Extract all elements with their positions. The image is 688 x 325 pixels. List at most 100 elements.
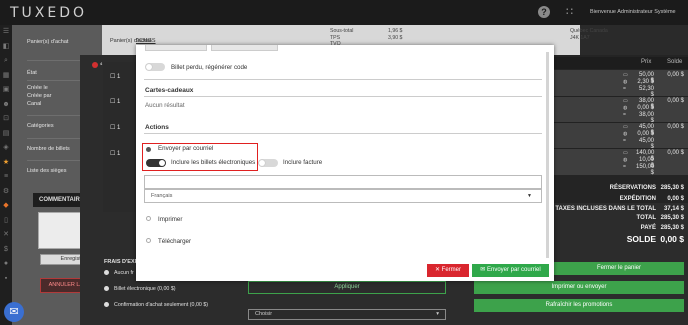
- radio-icon[interactable]: [104, 286, 109, 292]
- line-item[interactable]: ☐ 1: [110, 150, 120, 157]
- refresh-promotions-button[interactable]: Rafraîchir les promotions: [474, 299, 684, 312]
- menu-icon[interactable]: ☰: [0, 25, 12, 40]
- price-fee: 0,00 $: [637, 131, 654, 137]
- fee-icon: ◍: [623, 79, 628, 85]
- list-icon[interactable]: ≡: [0, 170, 12, 185]
- line-item[interactable]: ☐ 1: [110, 98, 120, 105]
- print-radio[interactable]: [146, 216, 151, 221]
- calendar-icon[interactable]: ▦: [0, 69, 12, 84]
- radio-icon[interactable]: [104, 270, 109, 276]
- fee-icon: ◍: [623, 157, 628, 163]
- label-created-by: Créée par: [27, 93, 52, 99]
- shipping-option[interactable]: Billet électronique (0,00 $): [104, 286, 176, 292]
- lost-ticket-label: Billet perdu, régénérer code: [171, 64, 248, 71]
- balance-header: Solde: [667, 59, 683, 65]
- modal-tab[interactable]: [211, 45, 278, 51]
- location-icon[interactable]: ●: [0, 257, 12, 272]
- print-option[interactable]: Imprimer: [158, 216, 182, 223]
- send-email-button[interactable]: ✉ Envoyer par courriel: [472, 264, 549, 277]
- label-state: État: [27, 70, 37, 76]
- close-button[interactable]: ✕ Fermer: [427, 264, 469, 277]
- row-balance: 0,00 $: [667, 98, 684, 104]
- label-ticket-count: Nombre de billets: [27, 146, 70, 152]
- fee-icon: ◍: [623, 131, 628, 137]
- balance-label: SOLDE: [626, 234, 656, 244]
- close-button-label: Fermer: [441, 267, 462, 273]
- chevron-down-icon: ▾: [436, 311, 439, 317]
- print-or-send-button[interactable]: Imprimer ou envoyer: [474, 281, 684, 294]
- price-header: Prix: [641, 59, 652, 65]
- choose-select-value: Choisir: [255, 311, 273, 317]
- cart-icon[interactable]: ⊡: [0, 112, 12, 127]
- help-icon[interactable]: ?: [538, 6, 550, 18]
- modal-scrollbar[interactable]: [546, 52, 549, 258]
- users-icon[interactable]: ☻: [0, 98, 12, 113]
- shipping-option[interactable]: Confirmation d'achat seulement (0,00 $): [104, 302, 208, 308]
- money-icon[interactable]: $: [0, 243, 12, 258]
- seat-icon[interactable]: ▣: [0, 83, 12, 98]
- search-icon[interactable]: ⌕: [0, 54, 12, 69]
- star-icon[interactable]: ★: [0, 156, 12, 171]
- paid-value: 285,30 $: [660, 225, 684, 231]
- welcome-user-text[interactable]: Bienvenue Administrateur Système: [590, 9, 676, 15]
- tps-value: 1,96 $: [388, 28, 403, 34]
- label-cart: Panier(s) d'achat: [27, 39, 69, 45]
- download-option[interactable]: Télécharger: [158, 238, 191, 245]
- notification-badge: [92, 62, 98, 68]
- send-email-option[interactable]: Envoyer par courriel: [158, 145, 213, 152]
- apply-button[interactable]: Appliquer: [248, 281, 446, 294]
- address-line: J4K 1A7: [570, 34, 590, 41]
- email-input[interactable]: [144, 175, 542, 189]
- ticket-icon: ▭: [623, 98, 628, 104]
- radio-icon[interactable]: [104, 302, 109, 308]
- fee-icon: ◍: [623, 105, 628, 111]
- tvq-value: 3,90 $: [388, 34, 403, 41]
- modal-tab[interactable]: [145, 45, 207, 51]
- divider: [144, 79, 542, 80]
- email-icon: ✉: [480, 267, 487, 273]
- close-cart-button[interactable]: Fermer le panier: [554, 262, 684, 275]
- ticket-icon: ▭: [623, 72, 628, 78]
- chat-icon[interactable]: ✉: [4, 302, 24, 322]
- chevron-down-icon: ▼: [527, 193, 532, 199]
- apps-grid-icon[interactable]: ∷: [566, 6, 578, 18]
- shipping-option[interactable]: Aucun fr: [104, 270, 134, 276]
- ticket-icon[interactable]: ◧: [0, 40, 12, 55]
- address-line: Québec Canada: [570, 28, 608, 34]
- label-seat-list: Liste des sièges: [27, 168, 67, 174]
- close-icon: ✕: [434, 267, 442, 273]
- line-item[interactable]: ☐ 1: [110, 124, 120, 131]
- include-eticket-label: Inclure les billets électroniques: [171, 159, 256, 166]
- send-email-button-label: Envoyer par courriel: [487, 267, 541, 273]
- divider: [144, 133, 542, 134]
- choose-select[interactable]: Choisir ▾: [248, 309, 446, 320]
- row-balance: 0,00 $: [667, 150, 684, 156]
- icon-rail: ☰ ◧ ⌕ ▦ ▣ ☻ ⊡ ▤ ◈ ★ ≡ ⚙ ◆ ▯ ✕ $ ● ▪: [0, 25, 12, 325]
- cart-number-link[interactable]: 9CMGS: [136, 38, 156, 44]
- lock-icon[interactable]: ▪: [0, 272, 12, 287]
- include-eticket-toggle[interactable]: [146, 159, 166, 167]
- tag-icon[interactable]: ◈: [0, 141, 12, 156]
- price-total: 150,00 $: [636, 164, 655, 176]
- language-select[interactable]: Français: [144, 189, 542, 203]
- download-radio[interactable]: [146, 238, 151, 243]
- tools-icon[interactable]: ✕: [0, 228, 12, 243]
- line-item[interactable]: ☐ 1: [110, 73, 120, 80]
- shipping-value: 0,00 $: [667, 196, 684, 202]
- top-bar: [0, 0, 688, 25]
- ticket-orange-icon[interactable]: ◆: [0, 199, 12, 214]
- settings-icon[interactable]: ⚙: [0, 185, 12, 200]
- send-email-radio[interactable]: [146, 147, 151, 152]
- balance-value: 0,00 $: [660, 234, 684, 244]
- lost-ticket-toggle[interactable]: [145, 63, 165, 71]
- equals-icon: =: [623, 164, 626, 170]
- taxes-value: 37,14 $: [663, 206, 684, 212]
- badge-count: 4: [100, 61, 103, 66]
- price-fee: 0,00 $: [637, 105, 654, 111]
- label-categories: Catégories: [27, 123, 54, 129]
- include-invoice-toggle[interactable]: [258, 159, 278, 167]
- address-block: Québec Canada J4K 1A7: [570, 28, 608, 41]
- report-icon[interactable]: ▤: [0, 127, 12, 142]
- phone-icon[interactable]: ▯: [0, 214, 12, 229]
- app-logo[interactable]: TUXEDO: [10, 5, 87, 21]
